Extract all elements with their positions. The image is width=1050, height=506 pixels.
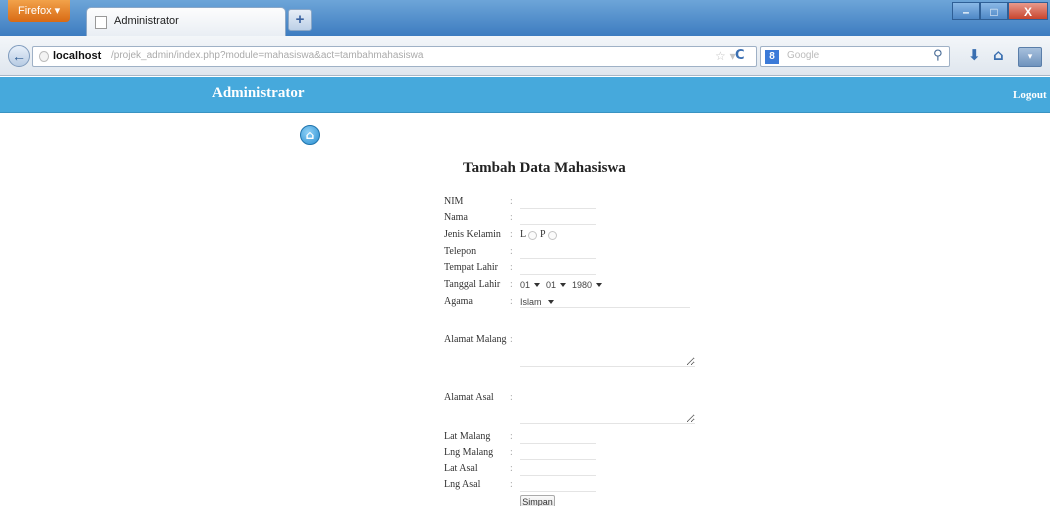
page-favicon-icon	[95, 16, 107, 29]
firefox-menu-label: Firefox	[18, 5, 52, 17]
browser-navbar: ← localhost /projek_admin/index.php?modu…	[0, 36, 1050, 76]
colon: :	[510, 196, 513, 207]
label-lng-asal: Lng Asal	[444, 479, 481, 490]
label-telepon: Telepon	[444, 246, 477, 257]
colon: :	[510, 229, 513, 240]
label-tanggal-lahir: Tanggal Lahir	[444, 279, 501, 290]
tempat-lahir-input[interactable]	[520, 261, 596, 275]
chevron-down-icon	[534, 283, 540, 287]
colon: :	[510, 431, 513, 442]
menu-icon[interactable]: ▾	[1018, 47, 1042, 67]
label-lat-malang: Lat Malang	[444, 431, 491, 442]
browser-titlebar: Firefox ▾ Administrator + – □ X	[0, 0, 1050, 36]
colon: :	[510, 447, 513, 458]
label-nim: NIM	[444, 196, 464, 207]
chevron-down-icon	[596, 283, 602, 287]
firefox-menu-button[interactable]: Firefox ▾	[8, 0, 70, 22]
gender-l-radio[interactable]	[528, 231, 537, 240]
url-bar[interactable]: localhost /projek_admin/index.php?module…	[32, 46, 757, 67]
home-icon[interactable]: ⌂	[993, 46, 1004, 64]
tanggal-day-value: 01	[520, 280, 531, 290]
colon: :	[510, 334, 513, 345]
nim-input[interactable]	[520, 195, 596, 209]
tanggal-day-select[interactable]: 01	[520, 278, 542, 292]
maximize-button[interactable]: □	[980, 2, 1008, 20]
lng-malang-input[interactable]	[520, 446, 596, 460]
label-alamat-asal: Alamat Asal	[444, 392, 494, 403]
label-lat-asal: Lat Asal	[444, 463, 478, 474]
alamat-malang-textarea[interactable]	[520, 333, 695, 367]
lat-asal-input[interactable]	[520, 462, 596, 476]
lat-malang-input[interactable]	[520, 430, 596, 444]
colon: :	[510, 246, 513, 257]
search-icon[interactable]: ⚲	[933, 48, 943, 63]
label-alamat-malang: Alamat Malang	[444, 334, 507, 345]
telepon-input[interactable]	[520, 245, 596, 259]
agama-value: Islam	[520, 297, 542, 307]
chevron-down-icon	[548, 300, 554, 304]
browser-tab[interactable]: Administrator	[86, 7, 286, 36]
simpan-button[interactable]: Simpan	[520, 495, 555, 506]
colon: :	[510, 463, 513, 474]
alamat-asal-textarea[interactable]	[520, 390, 695, 424]
star-icon[interactable]: ☆ ▾	[715, 49, 736, 63]
chevron-down-icon	[560, 283, 566, 287]
colon: :	[510, 296, 513, 307]
colon: :	[510, 392, 513, 403]
back-arrow-icon[interactable]: ←	[8, 45, 30, 67]
lng-asal-input[interactable]	[520, 478, 596, 492]
reload-icon[interactable]: C	[735, 48, 745, 63]
logout-link[interactable]: Logout	[1013, 89, 1047, 101]
gender-l-label: L	[520, 229, 527, 240]
close-window-button[interactable]: X	[1008, 2, 1048, 20]
search-engine-icon[interactable]: 8	[765, 50, 779, 64]
label-tempat-lahir: Tempat Lahir	[444, 262, 498, 273]
label-lng-malang: Lng Malang	[444, 447, 494, 458]
nama-input[interactable]	[520, 211, 596, 225]
colon: :	[510, 279, 513, 290]
label-nama: Nama	[444, 212, 468, 223]
tanggal-month-value: 01	[546, 280, 557, 290]
search-placeholder: Google	[787, 50, 820, 61]
colon: :	[510, 212, 513, 223]
colon: :	[510, 262, 513, 273]
home-link-icon[interactable]: ⌂	[300, 125, 320, 145]
form-title: Tambah Data Mahasiswa	[463, 160, 626, 176]
url-path: /projek_admin/index.php?module=mahasiswa…	[111, 50, 424, 61]
minimize-button[interactable]: –	[952, 2, 980, 20]
app-header: Administrator Logout	[0, 77, 1050, 113]
label-jenis-kelamin: Jenis Kelamin	[444, 229, 501, 240]
site-identity-icon[interactable]	[39, 51, 49, 62]
page-title: Administrator	[212, 85, 305, 101]
url-host: localhost	[53, 50, 102, 62]
tab-title: Administrator	[114, 15, 179, 27]
new-tab-button[interactable]: +	[288, 9, 312, 31]
divider	[520, 307, 690, 308]
download-icon[interactable]: ⬇	[968, 46, 981, 64]
tanggal-month-select[interactable]: 01	[546, 278, 568, 292]
label-agama: Agama	[444, 296, 473, 307]
colon: :	[510, 479, 513, 490]
tanggal-year-select[interactable]: 1980	[572, 278, 604, 292]
gender-p-label: P	[540, 229, 546, 240]
tanggal-year-value: 1980	[572, 280, 593, 290]
search-bar[interactable]: 8 Google ⚲	[760, 46, 950, 67]
gender-p-radio[interactable]	[548, 231, 557, 240]
